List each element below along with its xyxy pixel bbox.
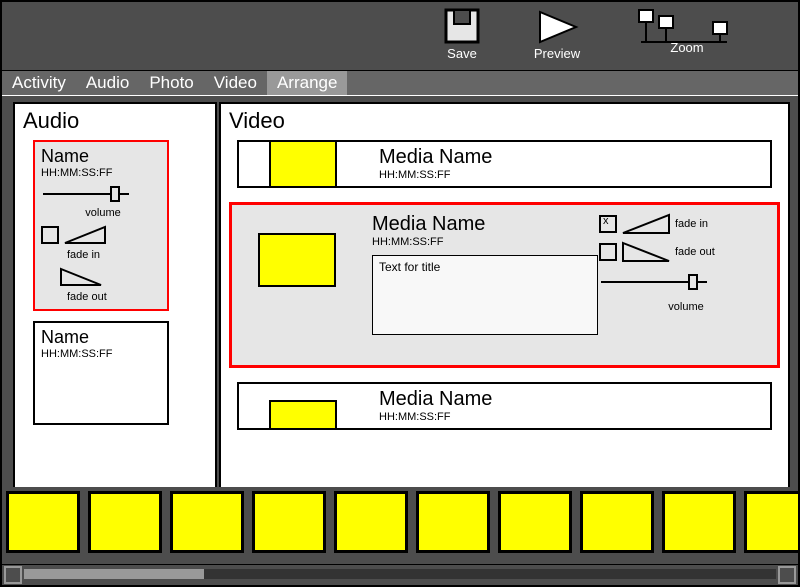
timeline-frame[interactable]	[334, 491, 408, 553]
title-textbox[interactable]: Text for title	[372, 255, 598, 335]
fade-in-icon	[621, 213, 671, 235]
volume-label: volume	[668, 301, 703, 313]
fade-in-label: fade in	[675, 218, 708, 230]
toolbar: Save Preview Zoom	[2, 2, 798, 70]
audio-pane: Audio Name HH:MM:SS:FF volume fade in	[13, 102, 217, 492]
media-name: Media Name	[379, 388, 492, 411]
fade-out-icon	[59, 267, 103, 287]
video-scrollbar[interactable]	[788, 104, 790, 490]
app-window: Save Preview Zoom Activity Audio Photo	[0, 0, 800, 587]
volume-slider[interactable]	[599, 273, 709, 291]
audio-card[interactable]: Name HH:MM:SS:FF	[33, 321, 169, 425]
audio-name: Name	[41, 327, 161, 348]
media-time: HH:MM:SS:FF	[379, 411, 492, 423]
fade-out-icon	[621, 241, 671, 263]
volume-slider[interactable]	[41, 185, 131, 203]
timeline-frame[interactable]	[662, 491, 736, 553]
timeline-frame[interactable]	[744, 491, 800, 553]
preview-button[interactable]: Preview	[522, 8, 592, 61]
save-label: Save	[447, 46, 477, 61]
media-card[interactable]: Media Name HH:MM:SS:FF	[237, 140, 772, 188]
fade-in-checkbox[interactable]: x	[599, 215, 617, 233]
save-button[interactable]: Save	[432, 8, 492, 61]
tab-video[interactable]: Video	[204, 71, 267, 95]
play-icon	[532, 8, 582, 46]
audio-time: HH:MM:SS:FF	[41, 348, 161, 360]
media-time: HH:MM:SS:FF	[379, 169, 492, 181]
video-pane: Video Media Name HH:MM:SS:FF Media Name …	[219, 102, 790, 492]
timeline-frame[interactable]	[580, 491, 654, 553]
tab-arrange[interactable]: Arrange	[267, 71, 347, 95]
save-icon	[442, 8, 482, 46]
timeline-frame[interactable]	[498, 491, 572, 553]
timeline-frame[interactable]	[416, 491, 490, 553]
timeline-frame[interactable]	[6, 491, 80, 553]
media-thumb	[269, 140, 337, 188]
audio-time: HH:MM:SS:FF	[41, 167, 161, 179]
scroll-left-button[interactable]	[4, 566, 22, 584]
media-controls: x fade in fade out	[599, 213, 769, 313]
timeline[interactable]	[2, 487, 798, 565]
fade-out-label: fade out	[67, 291, 107, 303]
scroll-thumb[interactable]	[24, 569, 204, 579]
title-text: Text for title	[379, 260, 440, 274]
fade-in-checkbox[interactable]	[41, 226, 59, 244]
timeline-frame[interactable]	[88, 491, 162, 553]
preview-label: Preview	[534, 46, 580, 61]
media-name: Media Name	[379, 146, 492, 169]
media-thumb	[258, 233, 336, 287]
media-name: Media Name	[372, 213, 485, 236]
audio-card-selected[interactable]: Name HH:MM:SS:FF volume fade in	[33, 140, 169, 311]
audio-name: Name	[41, 146, 161, 167]
fade-in-label: fade in	[67, 249, 100, 261]
fade-out-checkbox[interactable]	[599, 243, 617, 261]
fade-out-label: fade out	[675, 246, 715, 258]
media-thumb	[269, 400, 337, 430]
zoom-button[interactable]: Zoom	[632, 8, 742, 63]
media-card-selected[interactable]: Media Name HH:MM:SS:FF Text for title x …	[229, 202, 780, 368]
zoom-label: Zoom	[670, 40, 703, 55]
tab-strip: Activity Audio Photo Video Arrange	[2, 70, 798, 95]
audio-pane-title: Audio	[23, 108, 207, 134]
timeline-frame[interactable]	[252, 491, 326, 553]
workspace: Audio Name HH:MM:SS:FF volume fade in	[2, 96, 798, 487]
h-scrollbar[interactable]	[2, 564, 798, 585]
volume-label: volume	[85, 207, 120, 219]
fade-in-icon	[63, 225, 107, 245]
video-pane-title: Video	[229, 108, 780, 134]
timeline-frame[interactable]	[170, 491, 244, 553]
scroll-right-button[interactable]	[778, 566, 796, 584]
media-card[interactable]: Media Name HH:MM:SS:FF	[237, 382, 772, 430]
scroll-track[interactable]	[24, 569, 776, 579]
media-time: HH:MM:SS:FF	[372, 236, 485, 248]
tab-activity[interactable]: Activity	[2, 71, 76, 95]
tab-photo[interactable]: Photo	[139, 71, 203, 95]
tab-audio[interactable]: Audio	[76, 71, 139, 95]
